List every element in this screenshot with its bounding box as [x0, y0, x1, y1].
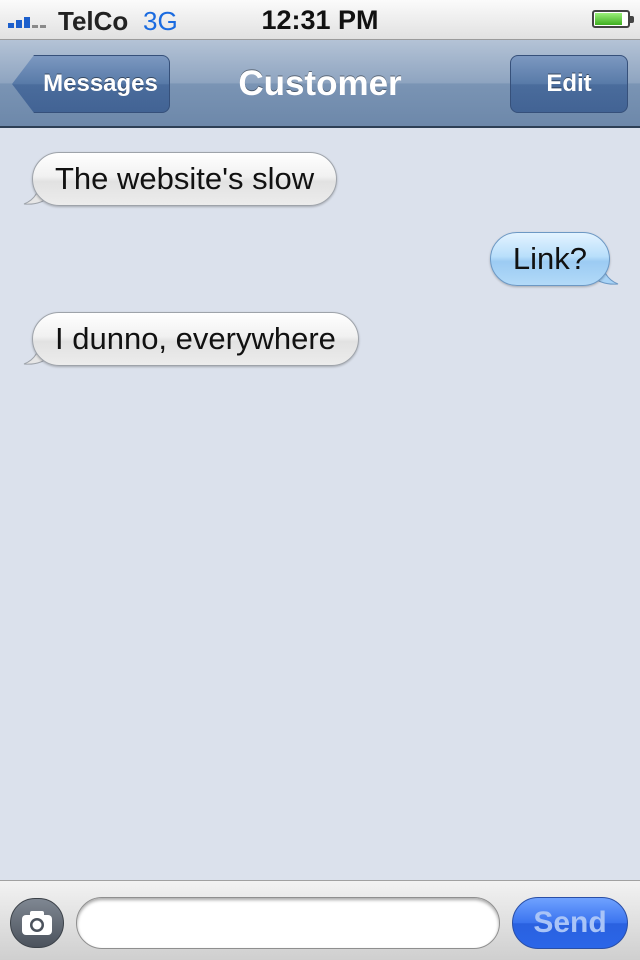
outgoing-message-bubble[interactable]: Link? — [489, 232, 610, 286]
navigation-bar: Messages Customer Edit — [0, 40, 640, 128]
message-input[interactable] — [76, 897, 500, 949]
battery-icon — [592, 10, 634, 28]
camera-button[interactable] — [10, 898, 64, 948]
status-time: 12:31 PM — [261, 5, 379, 35]
camera-icon — [22, 911, 52, 935]
message-thread[interactable]: The website's slow Link? I dunno, everyw… — [0, 128, 640, 880]
incoming-message-bubble[interactable]: I dunno, everywhere — [32, 312, 359, 366]
incoming-message-bubble[interactable]: The website's slow — [32, 152, 338, 206]
battery-level — [595, 13, 623, 25]
compose-bar: Send — [0, 880, 640, 960]
send-button[interactable]: Send — [512, 897, 628, 949]
status-bar: TelCo 3G 12:31 PM — [0, 0, 640, 40]
edit-button[interactable]: Edit — [510, 55, 628, 113]
